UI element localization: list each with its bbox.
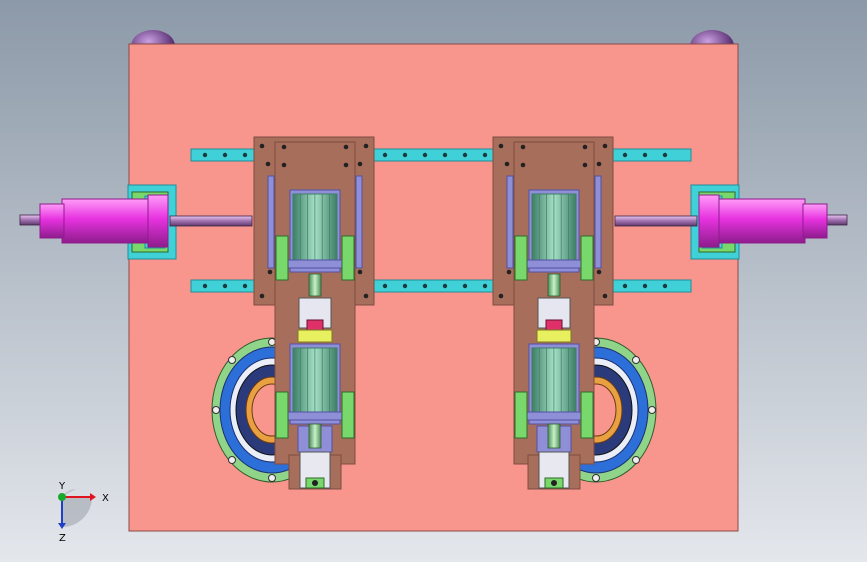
carriage-bolt	[520, 144, 526, 150]
rail-bolt	[462, 152, 468, 158]
gripper-bolt	[312, 480, 318, 486]
x-axis-label: X	[102, 493, 109, 504]
cylinder-front-cap	[698, 194, 720, 248]
carriage-bolt	[281, 144, 287, 150]
ring-bolt	[212, 406, 220, 414]
z-axis-label: Z	[59, 533, 66, 544]
carriage-bolt	[582, 144, 588, 150]
rail-bolt	[202, 152, 208, 158]
rail-bolt	[482, 283, 488, 289]
cad-viewport[interactable]: X Y Z	[0, 0, 867, 562]
rail-bolt	[642, 152, 648, 158]
cylinder-barrel	[714, 198, 806, 244]
carriage-bolt	[596, 269, 602, 275]
cylinder-barrel	[61, 198, 153, 244]
carriage-bolt	[343, 162, 349, 168]
rail-bolt	[402, 152, 408, 158]
carriage-bolt	[343, 144, 349, 150]
rail-bolt	[442, 152, 448, 158]
carriage-bolt	[582, 162, 588, 168]
side-bar	[267, 175, 275, 269]
rear-rod	[824, 214, 848, 226]
carriage-bolt	[265, 161, 271, 167]
clamp	[580, 235, 594, 281]
clamp	[341, 235, 355, 281]
rail-bolt	[422, 283, 428, 289]
y-axis-dot	[58, 493, 66, 501]
shaft	[308, 423, 322, 449]
side-bar	[355, 175, 363, 269]
side-bar	[506, 175, 514, 269]
cylinder-front-cap	[147, 194, 169, 248]
ring-bolt	[592, 474, 600, 482]
ring-bolt	[228, 356, 236, 364]
clamp	[275, 391, 289, 439]
carriage-bolt	[363, 143, 369, 149]
rail-bolt	[382, 283, 388, 289]
motor-flange	[525, 259, 583, 269]
carriage-bolt	[259, 143, 265, 149]
ring-bolt	[268, 474, 276, 482]
ring-bolt	[632, 356, 640, 364]
rail-bolt	[662, 152, 668, 158]
rail-bolt	[622, 283, 628, 289]
shaft	[547, 423, 561, 449]
clamp	[341, 391, 355, 439]
motor-flange	[286, 411, 344, 421]
motor-flange	[525, 411, 583, 421]
clamp	[514, 235, 528, 281]
clamp	[514, 391, 528, 439]
carriage-bolt	[498, 143, 504, 149]
carriage-bolt	[498, 293, 504, 299]
piston-rod	[614, 215, 698, 227]
coupler-yellow	[536, 329, 572, 343]
y-axis-label: Y	[58, 481, 66, 492]
rail-bolt	[222, 152, 228, 158]
carriage-bolt	[596, 161, 602, 167]
rail-bolt	[202, 283, 208, 289]
carriage-bolt	[602, 143, 608, 149]
rail-bolt	[442, 283, 448, 289]
assembly-model[interactable]: X Y Z	[0, 0, 867, 562]
rail-bolt	[622, 152, 628, 158]
rail-bolt	[242, 283, 248, 289]
rail-bolt	[662, 283, 668, 289]
carriage-bolt	[602, 293, 608, 299]
carriage-bolt	[520, 162, 526, 168]
carriage-bolt	[506, 269, 512, 275]
clamp	[580, 391, 594, 439]
rail-bolt	[482, 152, 488, 158]
rail-bolt	[242, 152, 248, 158]
ring-bolt	[632, 456, 640, 464]
carriage-bolt	[504, 161, 510, 167]
cylinder-rear-cap	[802, 203, 828, 239]
rail-bolt	[462, 283, 468, 289]
gripper-bolt	[551, 480, 557, 486]
cylinder-rear-cap	[39, 203, 65, 239]
carriage-bolt	[363, 293, 369, 299]
motor-flange	[286, 259, 344, 269]
rail-bolt	[642, 283, 648, 289]
piston-rod	[169, 215, 253, 227]
carriage-bolt	[281, 162, 287, 168]
carriage-bolt	[267, 269, 273, 275]
shaft	[547, 273, 561, 297]
side-bar	[594, 175, 602, 269]
ring-bolt	[648, 406, 656, 414]
ring-bolt	[268, 338, 276, 346]
coupler-yellow	[297, 329, 333, 343]
rail-bolt	[422, 152, 428, 158]
ring-bolt	[228, 456, 236, 464]
carriage-bolt	[357, 161, 363, 167]
carriage-bolt	[259, 293, 265, 299]
rear-rod	[19, 214, 43, 226]
carriage-bolt	[357, 269, 363, 275]
shaft	[308, 273, 322, 297]
rail-bolt	[222, 283, 228, 289]
clamp	[275, 235, 289, 281]
rail-bolt	[402, 283, 408, 289]
rail-bolt	[382, 152, 388, 158]
